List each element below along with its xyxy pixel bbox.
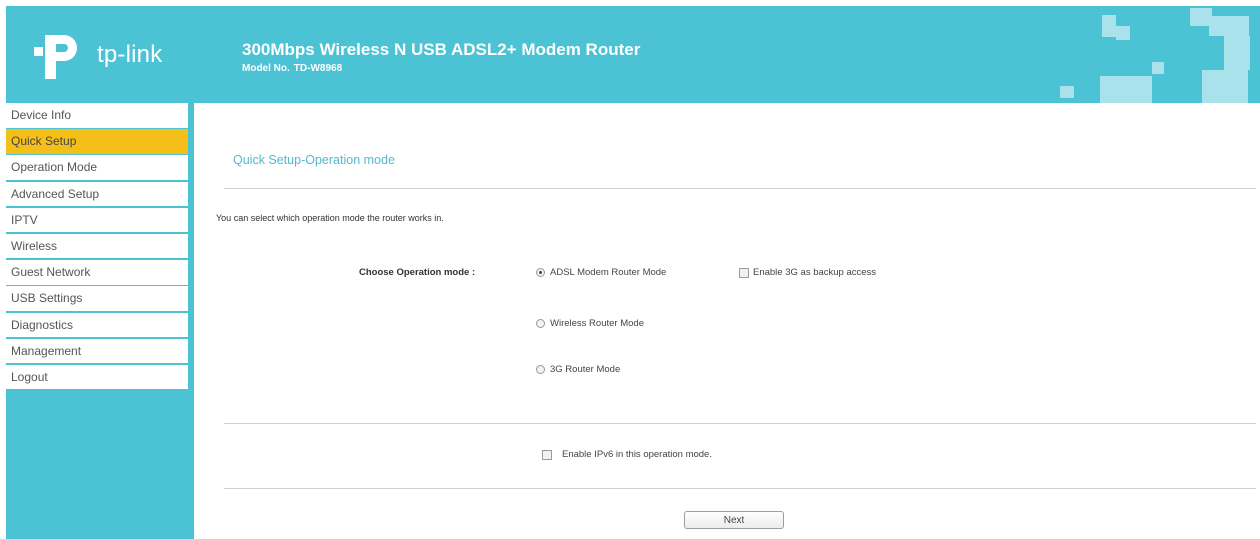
sidebar-item-management[interactable]: Management bbox=[6, 338, 188, 364]
main-content: Quick Setup-Operation mode You can selec… bbox=[194, 103, 1260, 539]
sidebar-item-quick-setup[interactable]: Quick Setup bbox=[6, 129, 188, 154]
mode-option-adsl[interactable]: ADSL Modem Router Mode bbox=[536, 267, 666, 278]
decor-block bbox=[1152, 62, 1164, 74]
section-title: Quick Setup-Operation mode bbox=[233, 153, 395, 167]
decor-block bbox=[1116, 26, 1130, 40]
model-line: Model No. TD-W8968 bbox=[242, 63, 346, 74]
header-banner: tp-link 300Mbps Wireless N USB ADSL2+ Mo… bbox=[6, 6, 1260, 103]
decor-block bbox=[1100, 76, 1152, 103]
radio-wireless-router[interactable] bbox=[536, 319, 545, 328]
tp-link-logo[interactable]: tp-link bbox=[34, 35, 174, 79]
decor-block bbox=[1102, 15, 1116, 37]
decor-block bbox=[1060, 86, 1074, 98]
page-frame: tp-link 300Mbps Wireless N USB ADSL2+ Mo… bbox=[0, 0, 1260, 539]
backup-3g-label: Enable 3G as backup access bbox=[753, 267, 877, 278]
mode-option-3g[interactable]: 3G Router Mode bbox=[536, 364, 620, 375]
mode-label-wireless: Wireless Router Mode bbox=[550, 318, 644, 329]
sidebar-item-operation-mode[interactable]: Operation Mode bbox=[6, 155, 188, 180]
tp-link-logo-icon bbox=[34, 35, 77, 79]
mode-label-adsl: ADSL Modem Router Mode bbox=[550, 267, 667, 278]
description-text: You can select which operation mode the … bbox=[216, 213, 444, 223]
backup-3g-option[interactable]: Enable 3G as backup access bbox=[739, 267, 876, 278]
radio-3g-router[interactable] bbox=[536, 365, 545, 374]
sidebar-item-guest-network[interactable]: Guest Network bbox=[6, 260, 188, 285]
sidebar-item-iptv[interactable]: IPTV bbox=[6, 207, 188, 233]
checkbox-enable-ipv6[interactable] bbox=[542, 449, 552, 460]
sidebar-item-diagnostics[interactable]: Diagnostics bbox=[6, 312, 188, 337]
model-label: Model No. bbox=[242, 63, 290, 74]
mode-label-3g: 3G Router Mode bbox=[550, 364, 621, 375]
mode-option-wireless[interactable]: Wireless Router Mode bbox=[536, 318, 644, 329]
decor-block bbox=[1209, 16, 1249, 36]
divider bbox=[224, 423, 1256, 424]
logo-text: tp-link bbox=[97, 41, 163, 68]
choose-operation-mode-label: Choose Operation mode : bbox=[359, 267, 476, 278]
sidebar-item-usb-settings[interactable]: USB Settings bbox=[6, 286, 188, 311]
sidebar-item-wireless[interactable]: Wireless bbox=[6, 233, 188, 259]
model-number: TD-W8968 bbox=[293, 63, 343, 74]
ipv6-label: Enable IPv6 in this operation mode. bbox=[562, 449, 712, 460]
checkbox-enable-3g-backup[interactable] bbox=[739, 267, 749, 278]
next-button[interactable]: Next bbox=[684, 511, 784, 529]
divider bbox=[224, 488, 1256, 489]
sidebar-item-advanced-setup[interactable]: Advanced Setup bbox=[6, 181, 188, 207]
sidebar-menu: Device Info Quick Setup Operation Mode A… bbox=[6, 103, 188, 391]
decor-block bbox=[1224, 36, 1250, 70]
radio-adsl-modem-router[interactable] bbox=[536, 268, 545, 277]
sidebar-item-logout[interactable]: Logout bbox=[6, 364, 188, 390]
decor-block bbox=[1202, 70, 1248, 103]
sidebar-item-device-info[interactable]: Device Info bbox=[6, 103, 188, 128]
sidebar: Device Info Quick Setup Operation Mode A… bbox=[6, 103, 194, 539]
ipv6-option[interactable]: Enable IPv6 in this operation mode. bbox=[542, 449, 712, 460]
product-title: 300Mbps Wireless N USB ADSL2+ Modem Rout… bbox=[242, 40, 641, 59]
divider bbox=[224, 188, 1256, 189]
